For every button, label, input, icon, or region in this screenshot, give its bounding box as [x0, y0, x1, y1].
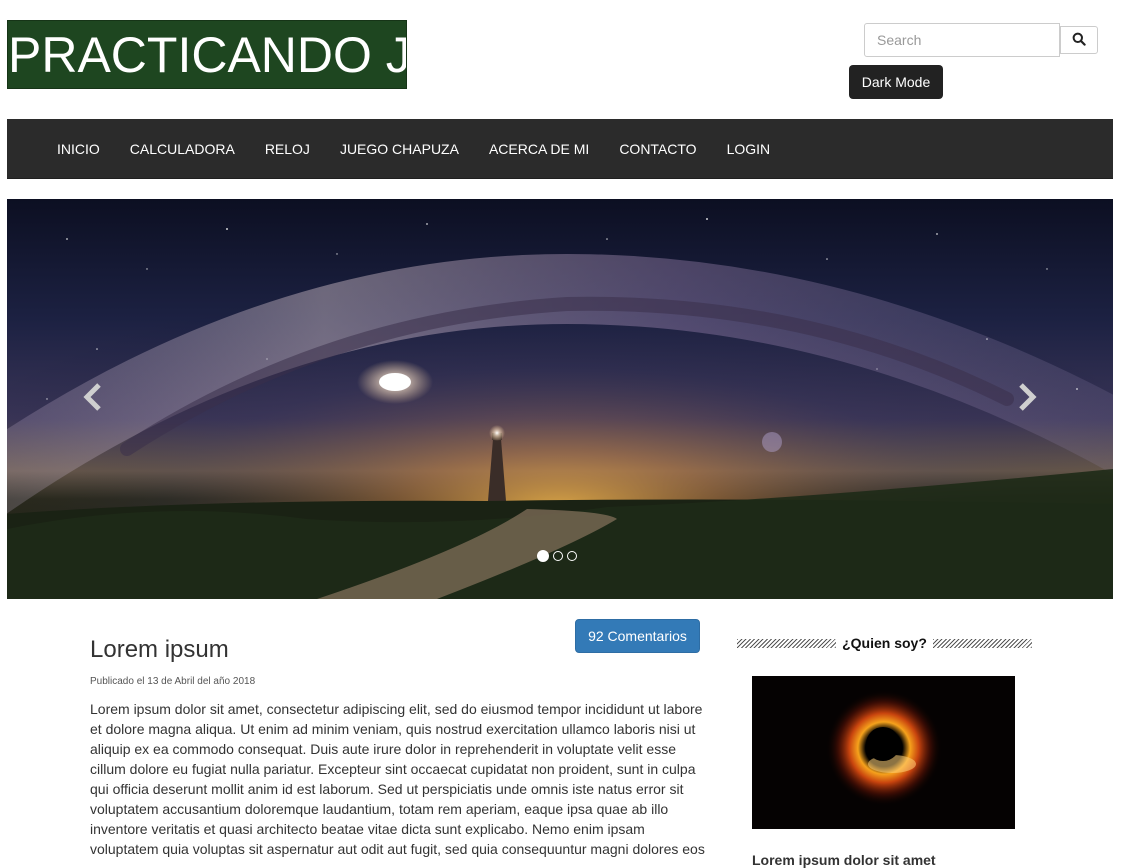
nav-item-calculadora[interactable]: CALCULADORA [115, 119, 250, 179]
carousel-indicator[interactable] [537, 550, 549, 562]
search-input[interactable] [864, 23, 1060, 57]
carousel-indicator[interactable] [553, 551, 563, 561]
nav-item-inicio[interactable]: INICIO [42, 119, 115, 179]
hero-carousel [7, 199, 1113, 599]
carousel-indicator[interactable] [567, 551, 577, 561]
search-button[interactable] [1060, 26, 1098, 54]
chevron-right-icon [1016, 382, 1038, 417]
chevron-left-icon [82, 382, 104, 417]
profile-image [752, 676, 1015, 829]
carousel-indicators [537, 550, 577, 562]
main-navbar: INICIO CALCULADORA RELOJ JUEGO CHAPUZA A… [7, 119, 1113, 179]
carousel-prev-button[interactable] [73, 379, 113, 419]
heading-decoration [932, 638, 1033, 648]
search-icon [1072, 32, 1086, 49]
nav-list: INICIO CALCULADORA RELOJ JUEGO CHAPUZA A… [7, 119, 1113, 179]
sidebar-heading: ¿Quien soy? [737, 632, 1033, 654]
nav-item-juego-chapuza[interactable]: JUEGO CHAPUZA [325, 119, 474, 179]
site-logo[interactable]: PRACTICANDO JS [7, 20, 407, 89]
nav-item-contacto[interactable]: CONTACTO [604, 119, 711, 179]
heading-decoration [737, 638, 837, 648]
comments-button[interactable]: 92 Comentarios [575, 619, 700, 653]
post-date: Publicado el 13 de Abril del año 2018 [90, 676, 256, 687]
sidebar-caption: Lorem ipsum dolor sit amet [752, 852, 936, 868]
carousel-next-button[interactable] [1007, 379, 1047, 419]
carousel-slide-image [7, 199, 1113, 599]
sidebar-heading-text: ¿Quien soy? [842, 635, 927, 651]
dark-mode-button[interactable]: Dark Mode [849, 65, 943, 99]
nav-item-login[interactable]: LOGIN [712, 119, 786, 179]
post-body: Lorem ipsum dolor sit amet, consectetur … [90, 701, 705, 857]
nav-item-reloj[interactable]: RELOJ [250, 119, 325, 179]
nav-item-acerca-de-mi[interactable]: ACERCA DE MI [474, 119, 604, 179]
post-title: Lorem ipsum [90, 636, 229, 663]
search-form [864, 23, 1098, 57]
